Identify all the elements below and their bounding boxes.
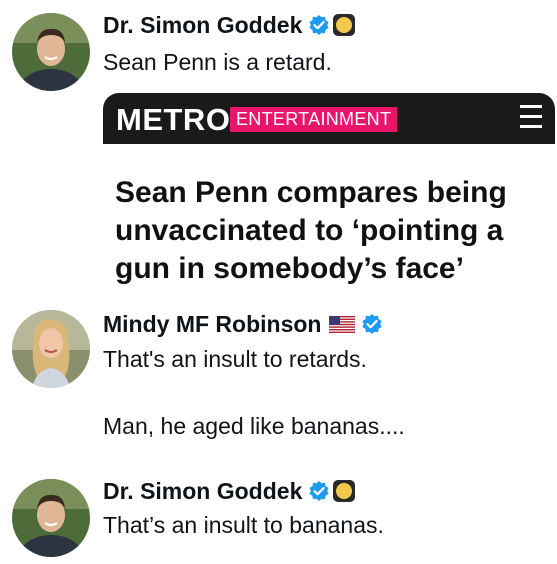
author-name[interactable]: Dr. Simon Goddek (103, 478, 302, 505)
metro-header-bar: METRO ENTERTAINMENT (103, 93, 555, 144)
tweet-1: Dr. Simon Goddek Sean Penn is a retard. … (0, 0, 557, 300)
author-name[interactable]: Mindy MF Robinson (103, 311, 321, 338)
tweet-text: That’s an insult to bananas. (103, 512, 384, 538)
gold-circle-icon (333, 480, 356, 502)
gold-circle-icon (333, 14, 356, 36)
verified-icon (362, 314, 383, 334)
metro-logo: METRO (116, 102, 231, 137)
tweet-text: Sean Penn is a retard. (103, 49, 332, 75)
verified-icon (309, 481, 329, 501)
avatar[interactable] (12, 479, 90, 557)
tweet-2: Mindy MF Robinson That's an insult to re… (0, 300, 557, 460)
hamburger-icon[interactable] (520, 105, 542, 129)
article-headline: Sean Penn compares being unvaccinated to… (115, 176, 507, 285)
avatar[interactable] (12, 310, 90, 388)
avatar[interactable] (12, 13, 90, 91)
author-name[interactable]: Dr. Simon Goddek (103, 12, 302, 39)
tweet-text-line-2: Man, he aged like bananas.... (103, 413, 405, 439)
tweet-3: Dr. Simon Goddek That’s an insult to ban… (0, 460, 557, 564)
us-flag-icon (329, 315, 356, 333)
verified-icon (309, 15, 329, 35)
article-card[interactable]: METRO ENTERTAINMENT Sean Penn compares b… (103, 93, 555, 300)
tweet-text-line-1: That's an insult to retards. (103, 346, 367, 372)
section-label: ENTERTAINMENT (230, 107, 398, 132)
